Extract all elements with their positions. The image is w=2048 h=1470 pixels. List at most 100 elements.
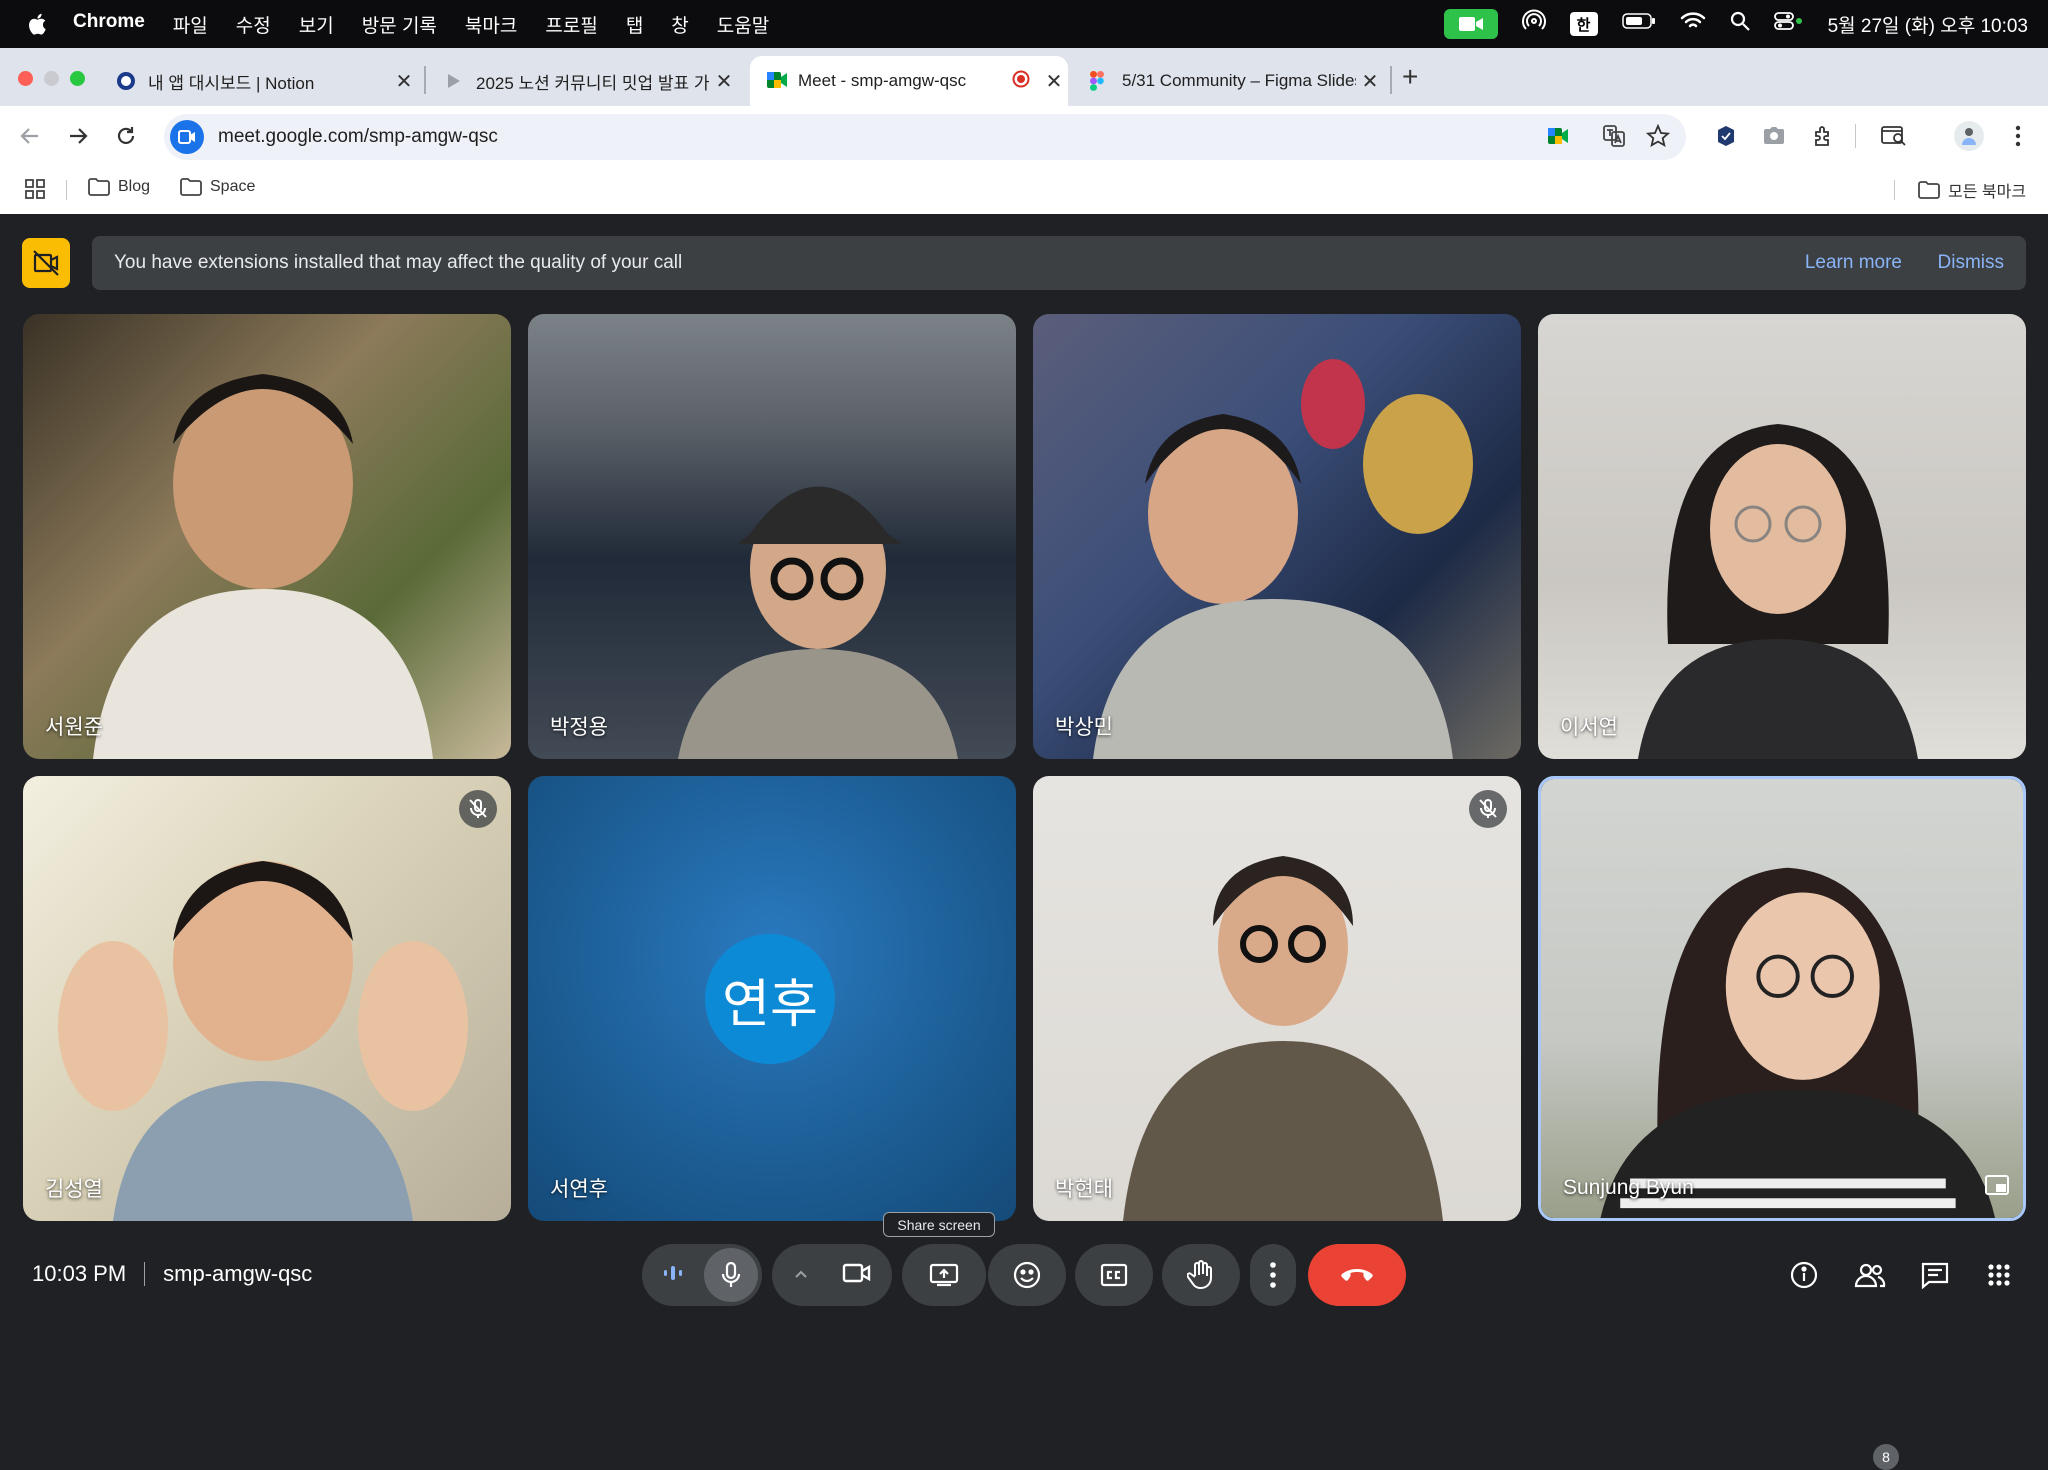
address-bar[interactable]: meet.google.com/smp-amgw-qsc: [164, 114, 1686, 160]
bookmark-folder-blog[interactable]: Blog: [88, 178, 150, 196]
macos-menubar: Chrome 파일 수정 보기 방문 기록 북마크 프로필 탭 창 도움말 한 …: [0, 0, 2048, 48]
participant-tile[interactable]: 서원준: [23, 314, 511, 759]
meeting-details-icon[interactable]: [1787, 1258, 1821, 1292]
leave-call-button[interactable]: [1308, 1244, 1406, 1306]
video-feed: [58, 861, 468, 1221]
reactions-button[interactable]: [988, 1244, 1066, 1306]
camera-options-chevron-icon[interactable]: [794, 1266, 808, 1284]
menu-file[interactable]: 파일: [173, 11, 208, 38]
menu-tab[interactable]: 탭: [626, 11, 643, 38]
meeting-code: smp-amgw-qsc: [163, 1261, 313, 1286]
reload-button[interactable]: [110, 120, 142, 152]
participant-tile[interactable]: 이서연: [1538, 314, 2026, 759]
wifi-icon[interactable]: [1680, 11, 1706, 37]
tab-separator: [1390, 66, 1392, 94]
raise-hand-button[interactable]: [1162, 1244, 1240, 1306]
bookmark-folder-space[interactable]: Space: [180, 178, 255, 196]
spotlight-search-icon[interactable]: [1730, 11, 1750, 37]
menu-edit[interactable]: 수정: [236, 11, 271, 38]
participant-tile-pinned[interactable]: Sunjung Byun: [1538, 776, 2026, 1221]
hand-icon: [1187, 1260, 1212, 1289]
bookmarks-bar: Blog Space 모든 북마크: [0, 166, 2048, 214]
screenshot-camera-icon[interactable]: [1760, 122, 1788, 150]
tab-title: Meet - smp-amgw-qsc: [798, 71, 967, 90]
menu-window[interactable]: 창: [671, 11, 688, 38]
camera-button[interactable]: [842, 1262, 872, 1289]
learn-more-link[interactable]: Learn more: [1805, 252, 1902, 274]
close-icon[interactable]: ✕: [390, 69, 418, 94]
participant-tile[interactable]: 박정용: [528, 314, 1016, 759]
menubar-clock[interactable]: 5월 27일 (화) 오후 10:03: [1828, 11, 2028, 38]
microphone-icon: [721, 1262, 741, 1287]
forward-button[interactable]: [62, 120, 94, 152]
all-bookmarks-folder[interactable]: 모든 북마크: [1918, 178, 2026, 202]
tab-meet[interactable]: Meet - smp-amgw-qsc ✕: [750, 56, 1068, 106]
menu-chrome[interactable]: Chrome: [73, 11, 145, 38]
folder-icon: [88, 178, 110, 196]
participant-name: 서원준: [45, 716, 103, 739]
participant-tile[interactable]: 김성열: [23, 776, 511, 1221]
share-screen-button[interactable]: [902, 1244, 986, 1306]
tab-figma[interactable]: 5/31 Community – Figma Slides ✕: [1074, 56, 1384, 106]
tab-title: 5/31 Community – Figma Slides: [1122, 71, 1356, 90]
participant-name: Sunjung Byun: [1563, 1176, 1694, 1199]
menu-view[interactable]: 보기: [299, 11, 334, 38]
tab-notion[interactable]: 내 앱 대시보드 | Notion ✕: [100, 56, 418, 106]
bookmark-label: Space: [210, 178, 256, 195]
chat-icon[interactable]: [1918, 1258, 1952, 1292]
tab-title: 2025 노션 커뮤니티 밋업 발표 가이드: [476, 73, 710, 93]
site-info-icon[interactable]: [170, 120, 204, 154]
browser-toolbar: meet.google.com/smp-amgw-qsc: [0, 106, 2048, 166]
people-icon[interactable]: [1852, 1258, 1888, 1292]
close-icon[interactable]: ✕: [1356, 69, 1384, 94]
airdrop-icon[interactable]: [1521, 9, 1546, 39]
url-text[interactable]: meet.google.com/smp-amgw-qsc: [218, 126, 498, 148]
menu-bookmarks[interactable]: 북마크: [465, 11, 517, 38]
close-icon[interactable]: ✕: [1040, 69, 1068, 94]
camera-in-use-icon[interactable]: [1443, 9, 1498, 39]
slides-icon: [444, 71, 464, 91]
menu-profiles[interactable]: 프로필: [545, 11, 597, 38]
activities-grid-icon[interactable]: [1982, 1258, 2016, 1292]
window-close-button[interactable]: [18, 71, 33, 86]
extension-warning-bar: You have extensions installed that may a…: [92, 236, 2026, 290]
extensions-puzzle-icon[interactable]: [1810, 122, 1838, 150]
participant-name: 박정용: [550, 716, 608, 739]
dismiss-button[interactable]: Dismiss: [1938, 252, 2005, 274]
close-icon[interactable]: ✕: [710, 69, 738, 94]
tab-search-icon[interactable]: [1880, 122, 1908, 150]
mic-control-group: [642, 1244, 762, 1306]
back-button[interactable]: [14, 120, 46, 152]
picture-in-picture-icon[interactable]: [1985, 1175, 2009, 1200]
bookmark-star-icon[interactable]: [1644, 122, 1672, 150]
video-feed: [1093, 359, 1473, 759]
captions-icon: [1100, 1263, 1128, 1287]
input-method-indicator[interactable]: 한: [1569, 12, 1598, 36]
translate-icon[interactable]: [1600, 122, 1628, 150]
video-feed: [1600, 867, 1996, 1218]
apps-grid-icon[interactable]: [24, 178, 46, 200]
extension-shield-icon[interactable]: [1712, 122, 1740, 150]
microphone-button[interactable]: [704, 1248, 758, 1302]
chrome-menu-icon[interactable]: [2004, 122, 2032, 150]
battery-icon[interactable]: [1621, 12, 1656, 36]
more-vert-icon: [1270, 1262, 1276, 1288]
window-minimize-button[interactable]: [44, 71, 59, 86]
warning-message: You have extensions installed that may a…: [114, 252, 683, 273]
bookmark-label: 모든 북마크: [1948, 184, 2027, 201]
profile-avatar[interactable]: [1954, 121, 1984, 151]
more-options-button[interactable]: [1250, 1244, 1296, 1306]
tab-slides[interactable]: 2025 노션 커뮤니티 밋업 발표 가이드 ✕: [428, 56, 738, 106]
meet-extension-icon[interactable]: [1544, 122, 1572, 150]
menu-help[interactable]: 도움말: [717, 11, 769, 38]
participant-tile[interactable]: 연후 서연후: [528, 776, 1016, 1221]
recording-icon: [1012, 70, 1030, 93]
window-zoom-button[interactable]: [70, 71, 85, 86]
captions-button[interactable]: [1075, 1244, 1153, 1306]
menu-history[interactable]: 방문 기록: [362, 11, 437, 38]
participant-tile[interactable]: 박현태: [1033, 776, 1521, 1221]
control-center-icon[interactable]: [1773, 11, 1804, 37]
participant-tile[interactable]: 박상민: [1033, 314, 1521, 759]
new-tab-button[interactable]: +: [1402, 62, 1418, 92]
apple-icon[interactable]: [28, 12, 50, 36]
